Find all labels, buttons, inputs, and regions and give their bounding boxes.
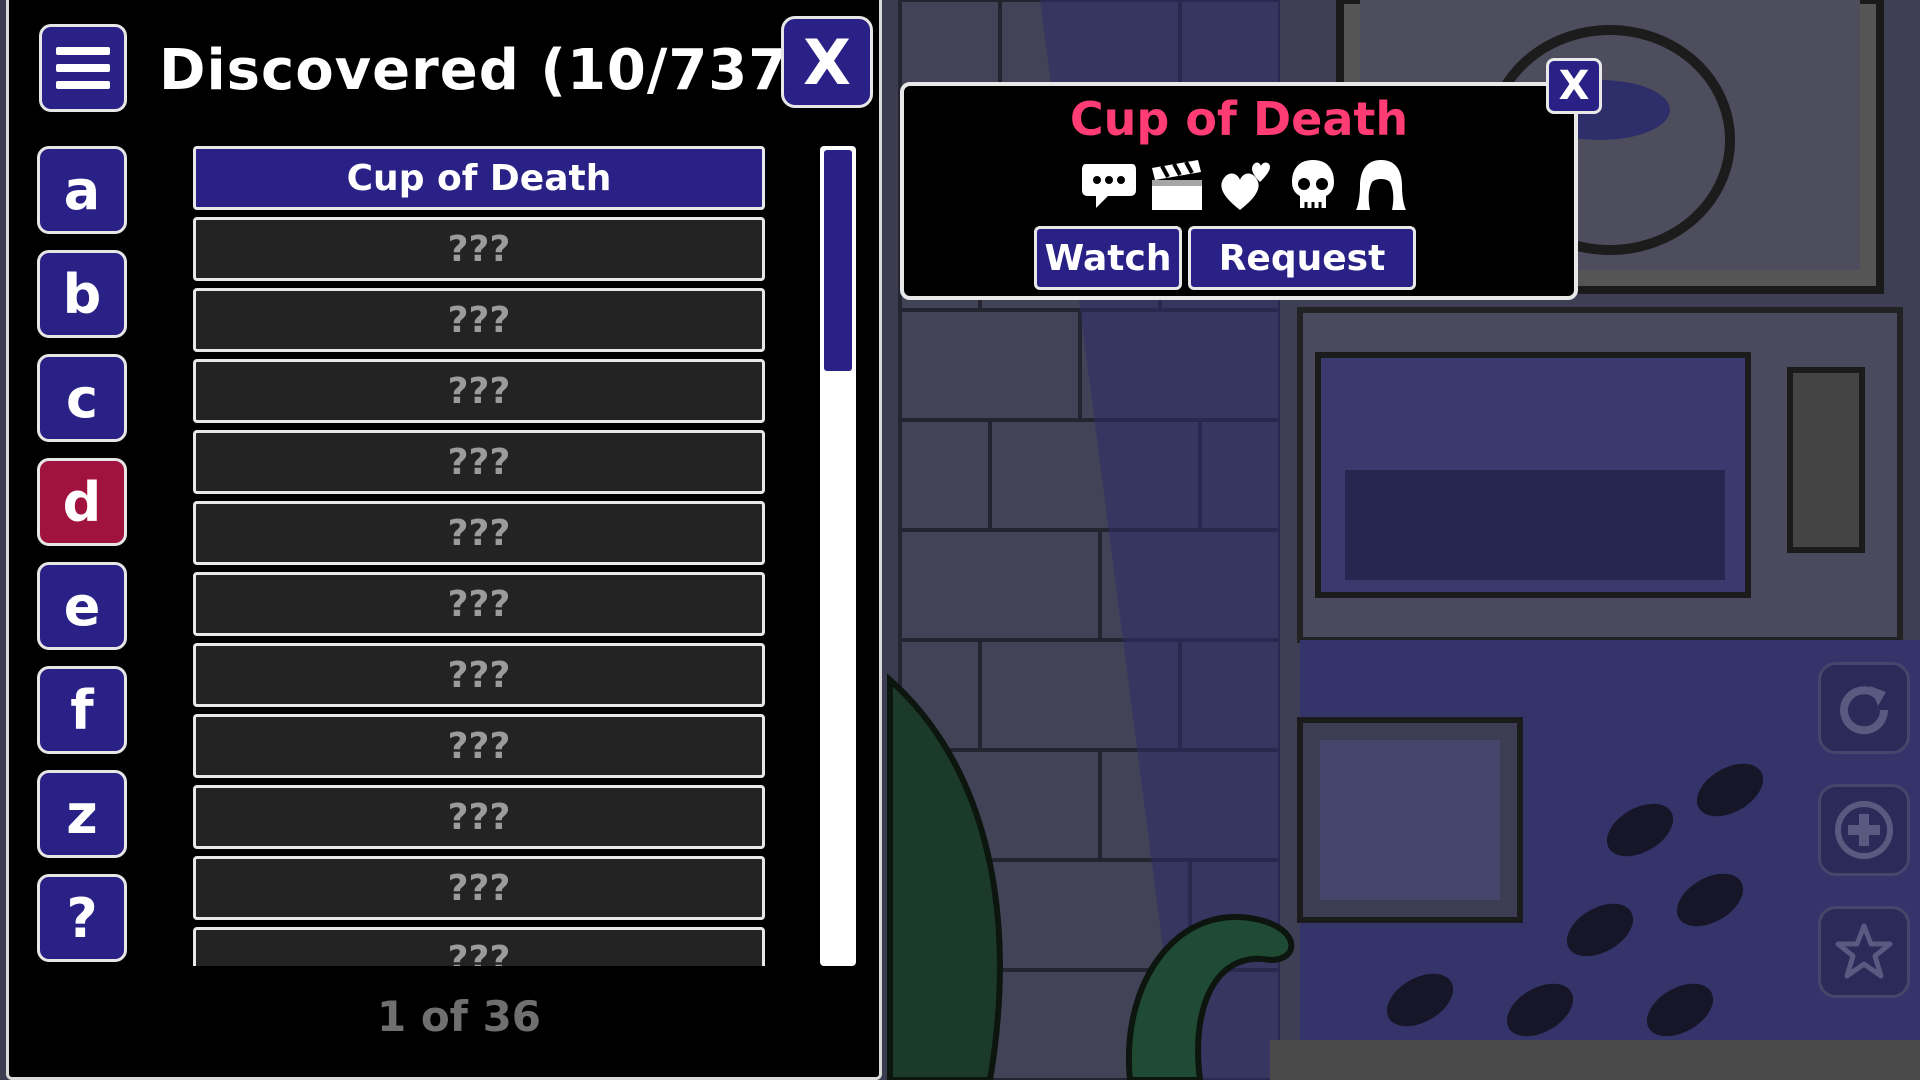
entry-list: Cup of Death????????????????????????????… bbox=[193, 146, 765, 966]
list-item[interactable]: ??? bbox=[193, 927, 765, 966]
menu-button[interactable] bbox=[39, 24, 127, 112]
list-item[interactable]: ??? bbox=[193, 856, 765, 920]
hamburger-icon bbox=[56, 47, 110, 55]
list-item[interactable]: ??? bbox=[193, 359, 765, 423]
letter-filter-c[interactable]: c bbox=[37, 354, 127, 442]
page-indicator: 1 of 36 bbox=[376, 992, 542, 1041]
list-item[interactable]: ??? bbox=[193, 785, 765, 849]
letter-filter-f[interactable]: f bbox=[37, 666, 127, 754]
list-item[interactable]: ??? bbox=[193, 572, 765, 636]
add-button[interactable] bbox=[1818, 784, 1910, 876]
letter-filter-b[interactable]: b bbox=[37, 250, 127, 338]
letter-filter-a[interactable]: a bbox=[37, 146, 127, 234]
hearts-icon bbox=[1216, 156, 1274, 214]
discovered-panel: Discovered (10/737) X a b c d e f z? Cup of De… bbox=[6, 0, 882, 1080]
refresh-button[interactable] bbox=[1818, 662, 1910, 754]
scrollbar[interactable] bbox=[820, 146, 856, 966]
plus-icon bbox=[1835, 801, 1893, 859]
letter-filter-d[interactable]: d bbox=[37, 458, 127, 546]
request-button[interactable]: Request bbox=[1188, 226, 1416, 290]
hair-icon bbox=[1352, 156, 1410, 214]
list-item[interactable]: ??? bbox=[193, 430, 765, 494]
entry-detail-popup: Cup of Death Watch Request bbox=[900, 82, 1578, 300]
star-icon bbox=[1835, 923, 1893, 979]
letter-filter-z[interactable]: z bbox=[37, 770, 127, 858]
scrollbar-thumb[interactable] bbox=[824, 150, 852, 371]
letter-filter-list: a b c d e f z? bbox=[37, 146, 129, 978]
close-panel-button[interactable]: X bbox=[781, 16, 873, 108]
letter-filter-e[interactable]: e bbox=[37, 562, 127, 650]
speech-bubble-icon bbox=[1080, 156, 1138, 214]
list-item[interactable]: ??? bbox=[193, 288, 765, 352]
letter-filter-unknown[interactable]: ? bbox=[37, 874, 127, 962]
list-item[interactable]: ??? bbox=[193, 643, 765, 707]
list-item[interactable]: Cup of Death bbox=[193, 146, 765, 210]
favorite-button[interactable] bbox=[1818, 906, 1910, 998]
list-item[interactable]: ??? bbox=[193, 217, 765, 281]
refresh-icon bbox=[1840, 686, 1889, 735]
clapperboard-icon bbox=[1148, 156, 1206, 214]
list-item[interactable]: ??? bbox=[193, 714, 765, 778]
tag-icons bbox=[1080, 156, 1410, 214]
skull-icon bbox=[1284, 156, 1342, 214]
list-item[interactable]: ??? bbox=[193, 501, 765, 565]
panel-title: Discovered (10/737) bbox=[159, 38, 815, 103]
popup-title: Cup of Death bbox=[1069, 92, 1409, 146]
close-popup-button[interactable]: X bbox=[1546, 58, 1602, 114]
watch-button[interactable]: Watch bbox=[1034, 226, 1182, 290]
